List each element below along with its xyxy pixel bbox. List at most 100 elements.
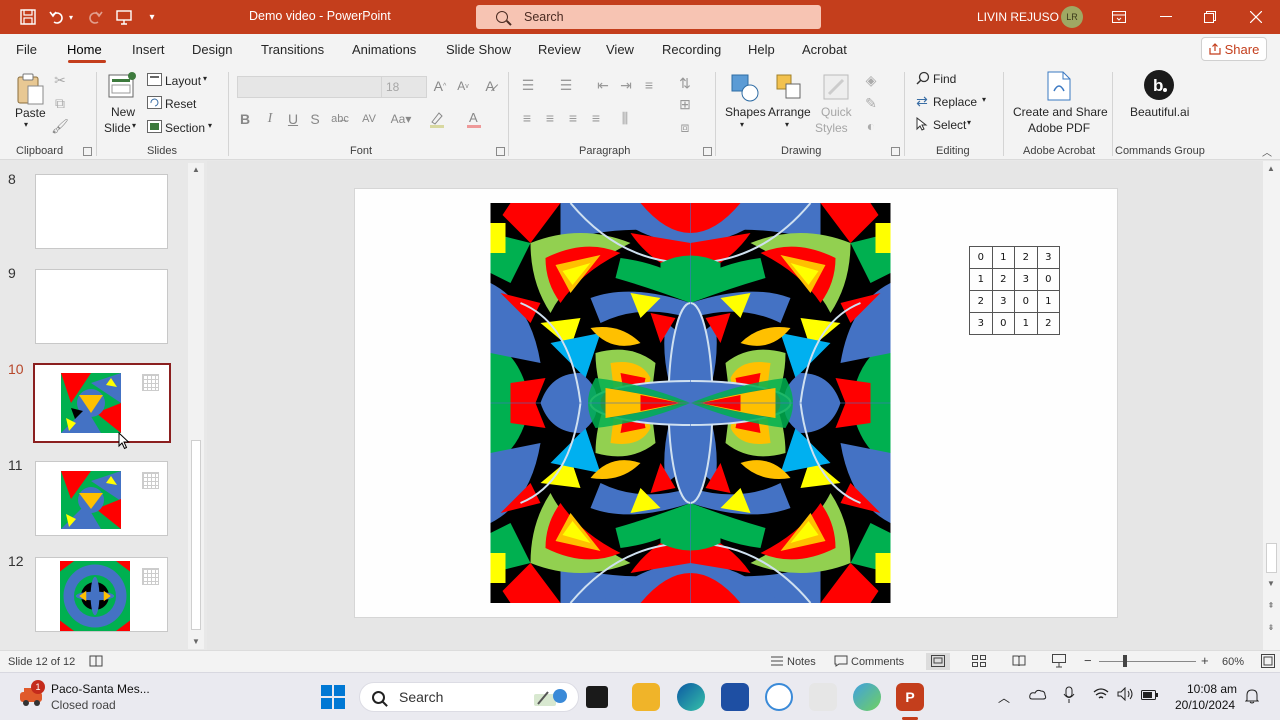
decrease-indent-icon[interactable]: ⇤ [594,77,612,93]
tab-design[interactable]: Design [192,42,232,57]
tab-slide-show[interactable]: Slide Show [446,42,511,57]
share-button[interactable]: Share [1201,37,1267,61]
shapes-label[interactable]: Shapes [725,105,766,119]
table-cell[interactable]: 3 [1014,268,1038,291]
table-cell[interactable]: 1 [1014,312,1038,335]
align-text-icon[interactable]: ⊞ [675,95,695,113]
arrange-icon[interactable] [773,71,805,103]
increase-indent-icon[interactable]: ⇥ [617,77,635,93]
slide-sorter-icon[interactable] [972,655,986,670]
zoom-level[interactable]: 60% [1222,656,1244,668]
slide-thumbnail-9[interactable] [35,269,168,344]
decrease-font-icon[interactable]: Av [455,76,471,96]
scroll-down-icon[interactable]: ▼ [1266,579,1276,589]
align-center-icon[interactable]: ≡ [541,110,559,126]
clock-time[interactable]: 10:08 am [1187,682,1237,696]
taskbar-search[interactable]: Search [359,682,579,712]
show-hidden-icons-icon[interactable]: ︿ [998,689,1010,706]
paste-label[interactable]: Paste [15,106,46,120]
microphone-icon[interactable] [1063,686,1075,707]
edge-icon[interactable] [677,683,705,711]
tab-help[interactable]: Help [748,42,775,57]
notes-icon[interactable] [770,655,784,670]
underline-icon[interactable]: U [285,110,301,128]
paragraph-launcher-icon[interactable] [703,147,712,156]
section-dropdown-icon[interactable]: ▾ [208,121,212,130]
onedrive-icon[interactable] [1029,687,1047,704]
clipboard-launcher-icon[interactable] [83,147,92,156]
task-view-icon[interactable] [586,686,608,708]
undo-dropdown-icon[interactable]: ▾ [65,6,77,28]
arrange-dropdown-icon[interactable]: ▾ [785,120,789,129]
text-direction-icon[interactable]: ⇅ [675,73,695,93]
new-slide-label-2[interactable]: Slide [104,121,131,135]
section-label[interactable]: Section [165,121,205,135]
table-cell[interactable]: 2 [1036,312,1060,335]
format-painter-icon[interactable]: 🖌 [51,118,69,134]
zoom-slider-thumb[interactable] [1123,655,1127,667]
select-dropdown-icon[interactable]: ▾ [967,118,971,127]
start-icon[interactable] [321,685,345,712]
shapes-icon[interactable] [728,71,760,103]
user-name[interactable]: LIVIN REJUSO [977,10,1059,24]
table-cell[interactable]: 3 [969,312,993,335]
table-cell[interactable]: 0 [1014,290,1038,313]
slide-thumbnail-12[interactable] [35,557,168,632]
font-name-dropdown[interactable] [237,76,382,98]
camera-app-icon[interactable] [765,683,793,711]
beautiful-ai-label[interactable]: Beautiful.ai [1130,105,1189,119]
avatar[interactable]: LR [1061,6,1083,28]
new-slide-icon[interactable] [108,70,138,100]
notes-button[interactable]: Notes [787,656,816,668]
align-right-icon[interactable]: ≡ [564,110,582,126]
slide-thumbnail-11[interactable] [35,461,168,536]
battery-icon[interactable] [1141,689,1159,703]
shapes-dropdown-icon[interactable]: ▾ [740,120,744,129]
select-label[interactable]: Select [933,118,966,132]
replace-icon[interactable]: ⇄ [914,93,930,109]
columns-icon[interactable]: ⫼ [614,110,636,126]
cut-icon[interactable]: ✂ [52,72,68,88]
notification-center-icon[interactable] [1244,688,1260,707]
justify-icon[interactable]: ≡ [587,110,605,126]
layout-label[interactable]: Layout [165,74,201,88]
create-pdf-label-1[interactable]: Create and Share [1013,105,1108,119]
table-cell[interactable]: 0 [969,246,993,269]
save-icon[interactable] [17,6,39,28]
character-spacing-icon[interactable]: AV [357,110,381,128]
weather-title[interactable]: Paco-Santa Mes... [51,682,150,696]
scroll-up-icon[interactable]: ▲ [1266,164,1276,174]
fit-slide-icon[interactable] [1261,654,1275,671]
arrange-label[interactable]: Arrange [768,105,811,119]
scroll-down-icon[interactable]: ▼ [191,637,201,647]
drawing-launcher-icon[interactable] [891,147,900,156]
normal-view-icon[interactable] [926,653,950,670]
bullets-icon[interactable]: ☰ [518,77,538,93]
table-cell[interactable]: 1 [969,268,993,291]
search-box[interactable]: Search [476,5,821,29]
shape-effects-icon[interactable]: ◐ [862,118,880,134]
zoom-out-icon[interactable]: − [1084,653,1092,668]
customize-toolbar-icon[interactable]: ▾ [141,6,163,28]
table-cell[interactable]: 0 [991,312,1015,335]
accessibility-icon[interactable] [89,654,103,671]
new-slide-dropdown-icon[interactable]: ▾ [132,121,136,130]
clear-formatting-icon[interactable]: A̷ [481,76,499,96]
minimize-icon[interactable] [1155,6,1177,28]
increase-font-icon[interactable]: A ^ [432,76,448,96]
photos-icon[interactable] [853,683,881,711]
find-icon[interactable] [915,70,931,86]
align-left-icon[interactable]: ≡ [518,110,536,126]
powerpoint-taskbar-icon[interactable]: P [896,683,924,711]
table-cell[interactable]: 3 [1036,246,1060,269]
replace-dropdown-icon[interactable]: ▾ [982,95,986,104]
wifi-icon[interactable] [1093,688,1109,703]
section-icon[interactable] [147,120,162,133]
text-shadow-icon[interactable]: S [307,110,323,128]
quick-styles-label-1[interactable]: Quick [821,105,852,119]
beautiful-ai-icon[interactable]: b [1143,69,1175,101]
ribbon-display-icon[interactable] [1108,6,1130,28]
thumbnail-scrollbar[interactable]: ▲ ▼ [188,163,204,649]
slideshow-view-icon[interactable] [1052,654,1066,671]
network-tool-icon[interactable] [809,683,837,711]
